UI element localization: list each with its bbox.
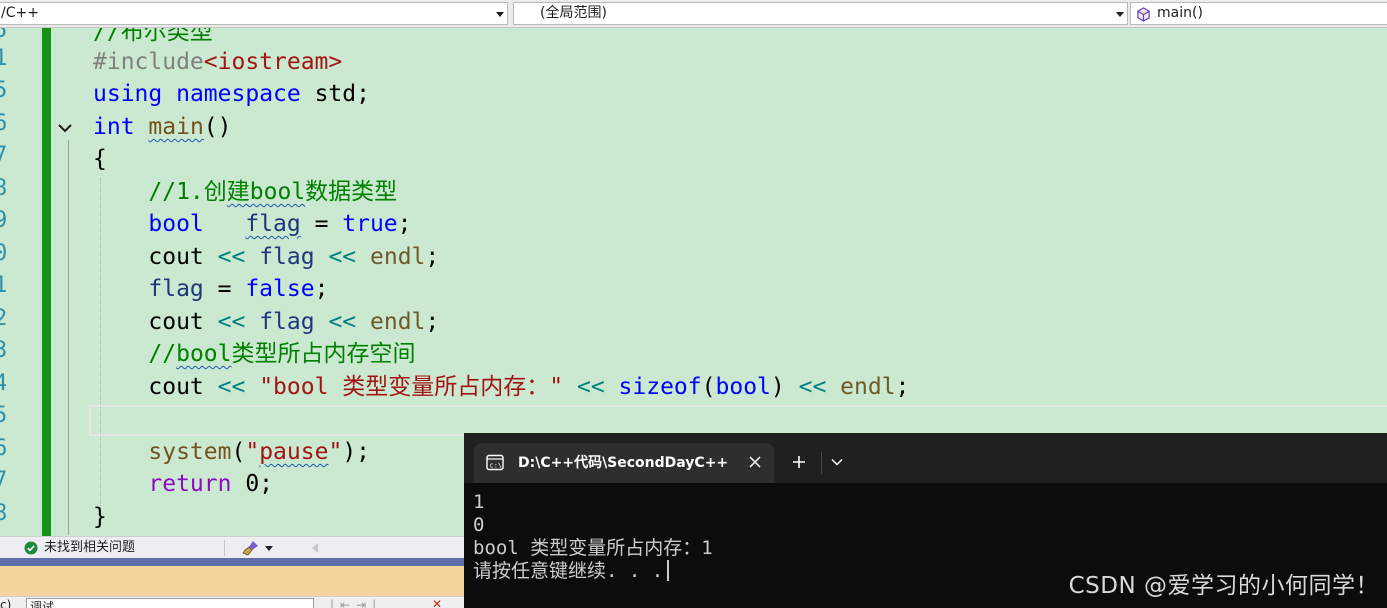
code-line[interactable]: system("pause"); <box>93 436 370 468</box>
terminal-tab[interactable]: c:\ D:\C++代码\SecondDayC++\x <box>474 443 774 483</box>
line-number: 6 <box>0 436 6 461</box>
svg-text:c:\: c:\ <box>490 462 503 470</box>
code-line[interactable]: //bool类型所占内存空间 <box>93 338 415 370</box>
line-number: 3 <box>0 338 6 363</box>
status-separator <box>224 540 225 556</box>
line-number-gutter: 5 1 5 6 7 8 9 0 1 2 3 4 5 6 7 8 <box>0 28 6 536</box>
code-cleanup-brush-icon[interactable] <box>242 540 260 556</box>
chevron-down-icon <box>1116 12 1124 17</box>
code-line[interactable]: using namespace std; <box>93 78 370 110</box>
console-icon: c:\ <box>486 454 504 471</box>
chevron-down-icon[interactable] <box>831 458 843 466</box>
clear-output-icon[interactable]: ✕ <box>432 597 442 608</box>
line-number: 6 <box>0 111 6 136</box>
tab-bar-separator <box>821 452 822 474</box>
line-number: 2 <box>0 306 6 331</box>
line-number: 8 <box>0 501 6 526</box>
scope-dropdown[interactable]: (全局范围) <box>513 2 1128 25</box>
terminal-output: 1 0 bool 类型变量所占内存：1 请按任意键继续. . . <box>473 491 713 583</box>
line-number: 1 <box>0 46 6 71</box>
terminal-prompt-text: 请按任意键继续. . . <box>473 560 664 582</box>
terminal-output-line: 1 <box>473 491 485 513</box>
text-cursor <box>667 560 670 581</box>
code-line[interactable]: { <box>93 143 107 175</box>
code-line[interactable]: //1.创建bool数据类型 <box>93 176 397 208</box>
terminal-tab-title: D:\C++代码\SecondDayC++\x <box>518 455 728 471</box>
terminal-tab-bar: c:\ D:\C++代码\SecondDayC++\x <box>464 433 1387 483</box>
new-tab-plus-icon[interactable] <box>792 455 806 469</box>
change-tracking-bar <box>42 28 51 536</box>
code-line[interactable]: #include<iostream> <box>93 46 342 78</box>
project-dropdown-value: /C++ <box>1 5 39 21</box>
line-number: 0 <box>0 241 6 266</box>
panel-divider <box>0 558 464 566</box>
editor-status-bar: 未找到相关问题 <box>0 536 464 558</box>
member-dropdown-value: main() <box>1157 5 1203 21</box>
method-cube-icon <box>1137 7 1150 22</box>
code-line[interactable]: cout << "bool 类型变量所占内存：" << sizeof(bool)… <box>93 371 909 403</box>
line-number: 8 <box>0 176 6 201</box>
issues-status-text[interactable]: 未找到相关问题 <box>44 539 135 556</box>
line-number: 5 <box>0 403 6 428</box>
scroll-left-icon[interactable] <box>312 543 318 553</box>
code-line[interactable]: bool flag = true; <box>93 208 411 240</box>
line-number: 4 <box>0 371 6 396</box>
panel-background <box>0 566 464 596</box>
chevron-down-icon <box>496 12 504 17</box>
terminal-output-line-prompt: 请按任意键继续. . . <box>473 560 713 583</box>
line-number: 7 <box>0 143 6 168</box>
terminal-output-line: 0 <box>473 514 485 536</box>
code-line[interactable]: } <box>93 501 107 533</box>
code-line[interactable]: int main() <box>93 111 232 143</box>
navigation-bar: /C++ (全局范围) main() <box>0 0 1387 28</box>
code-line[interactable]: return 0; <box>93 468 273 500</box>
scope-dropdown-value: (全局范围) <box>540 5 607 21</box>
code-line[interactable]: cout << flag << endl; <box>93 241 439 273</box>
code-line[interactable]: //布尔类型 <box>93 28 213 48</box>
line-number: 9 <box>0 208 6 233</box>
code-line[interactable]: cout << flag << endl; <box>93 306 439 338</box>
output-source-dropdown[interactable]: 调试 <box>26 598 314 608</box>
outline-scope-line <box>68 140 69 535</box>
line-number: 5 <box>0 28 6 43</box>
output-toolbar-icons[interactable]: |⇤⇥| <box>330 598 382 608</box>
output-source-label: c) <box>0 598 12 608</box>
line-number: 5 <box>0 78 6 103</box>
line-number: 1 <box>0 273 6 298</box>
line-number: 7 <box>0 468 6 493</box>
member-dropdown[interactable]: main() <box>1130 2 1387 25</box>
output-panel-toolbar: c) 调试 |⇤⇥| ✕ <box>0 596 464 608</box>
code-line[interactable]: flag = false; <box>93 273 328 305</box>
output-source-value: 调试 <box>30 600 55 608</box>
watermark: CSDN @爱学习的小何同学！ <box>1068 573 1379 599</box>
terminal-output-line: bool 类型变量所占内存：1 <box>473 537 713 559</box>
current-line-highlight <box>89 405 1387 436</box>
close-icon[interactable] <box>748 455 762 469</box>
chevron-down-icon[interactable] <box>265 546 273 551</box>
check-circle-icon <box>24 541 38 555</box>
project-dropdown[interactable]: /C++ <box>0 2 508 25</box>
collapse-chevron-icon[interactable] <box>57 121 73 135</box>
